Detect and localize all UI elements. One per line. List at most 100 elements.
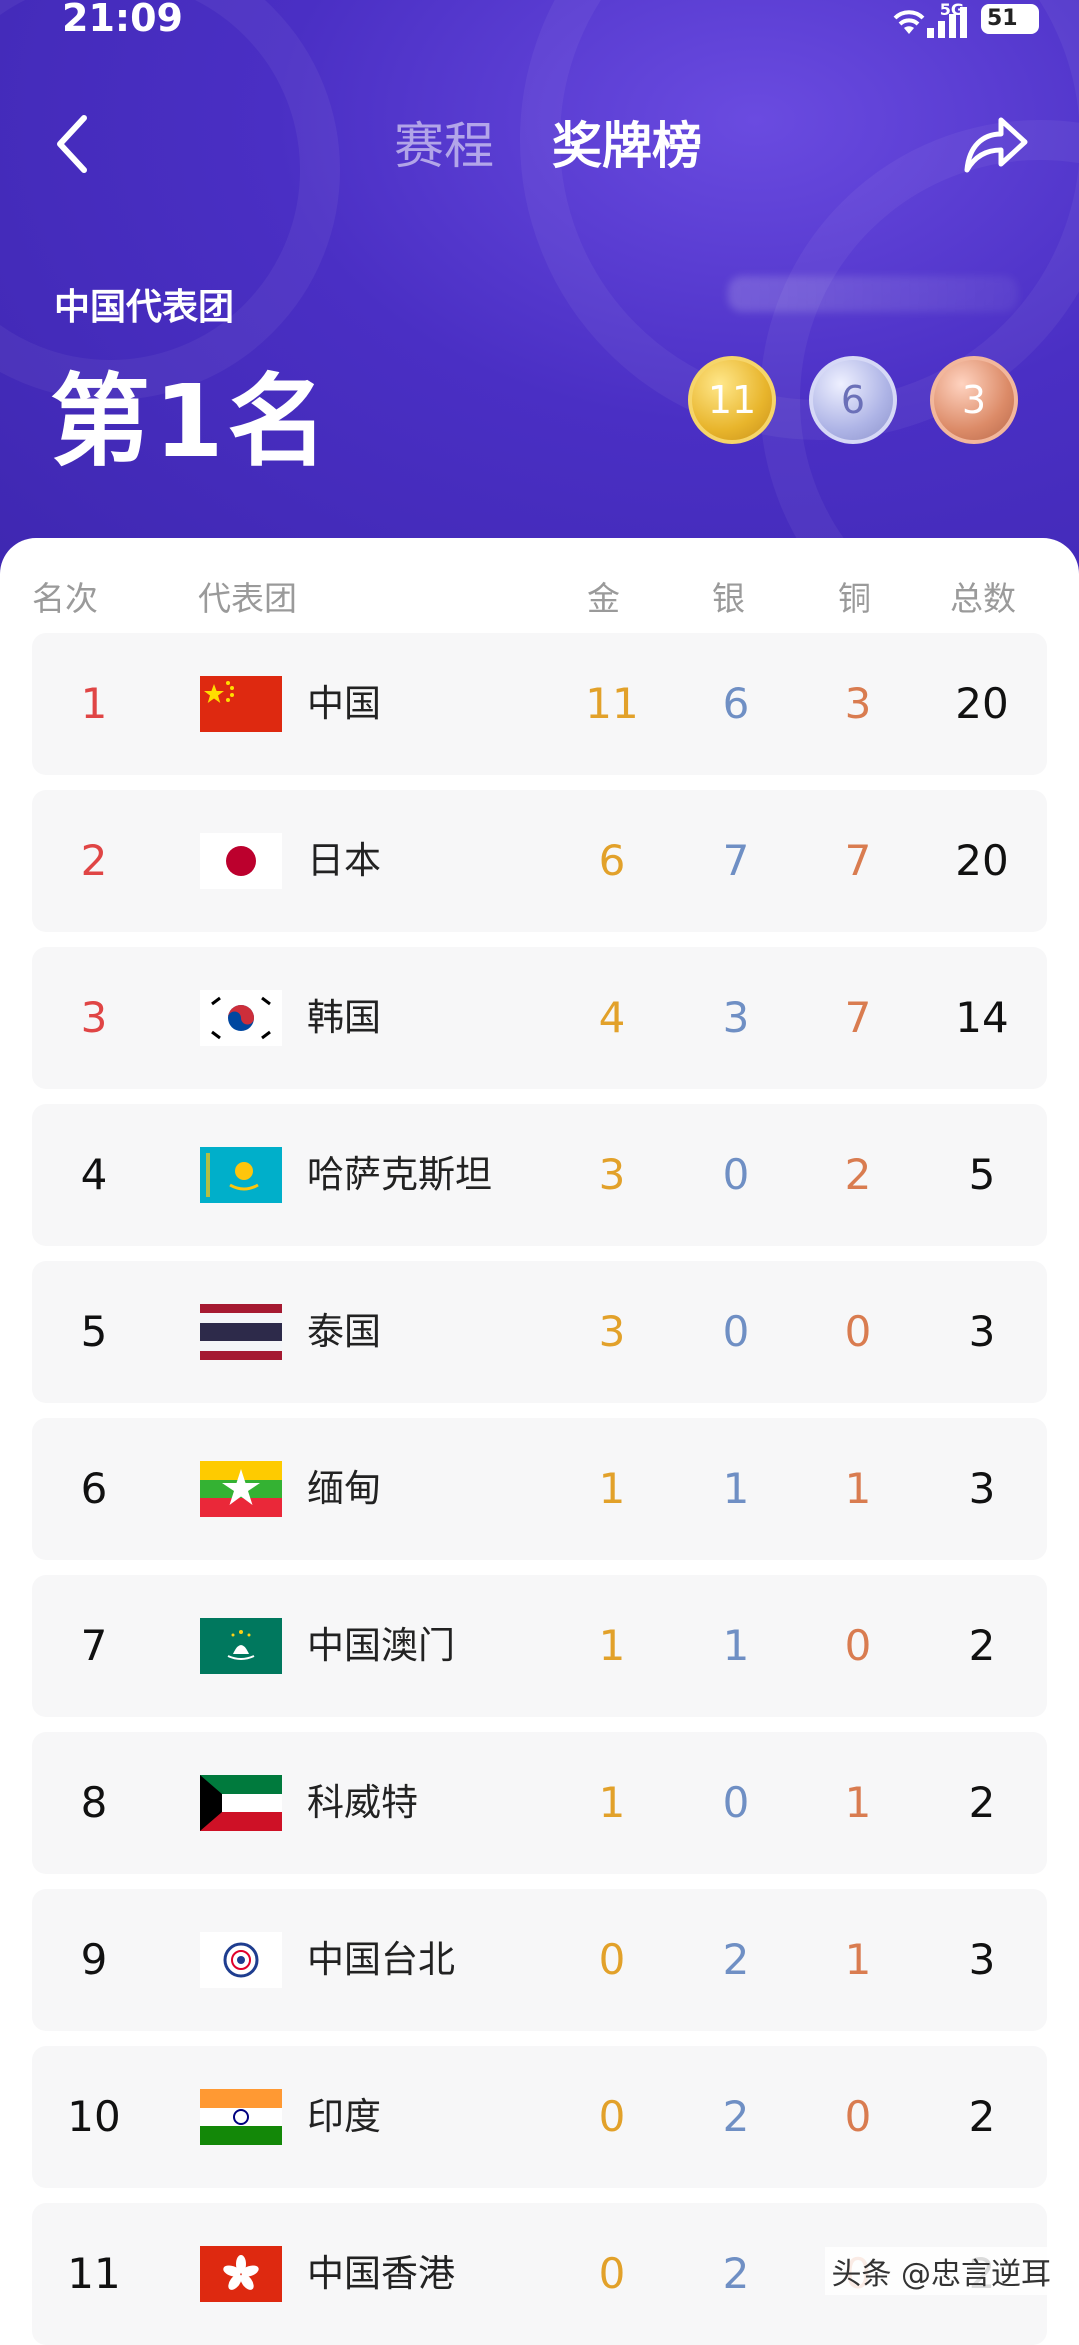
row-team-name: 哈萨克斯坦 bbox=[307, 1153, 492, 1196]
row-total: 2 bbox=[968, 1778, 996, 1827]
row-bronze: 7 bbox=[844, 836, 872, 885]
row-bronze: 2 bbox=[844, 1150, 872, 1199]
row-team-name: 中国台北 bbox=[307, 1938, 455, 1981]
flag-icon bbox=[200, 1775, 282, 1831]
status-bar: 21:09 5G 51 bbox=[0, 0, 1079, 44]
row-team-name: 科威特 bbox=[307, 1781, 418, 1824]
share-icon[interactable] bbox=[959, 108, 1031, 180]
silver-medal-badge: 6 bbox=[809, 356, 897, 444]
row-gold: 1 bbox=[598, 1464, 626, 1513]
silver-count: 6 bbox=[840, 378, 866, 422]
row-silver: 3 bbox=[722, 993, 750, 1042]
table-row[interactable]: 8 科威特 1 0 1 2 bbox=[32, 1732, 1047, 1874]
row-total: 5 bbox=[968, 1150, 996, 1199]
row-rank: 9 bbox=[80, 1935, 108, 1984]
row-team-name: 韩国 bbox=[307, 996, 381, 1039]
bronze-count: 3 bbox=[961, 378, 987, 422]
flag-icon bbox=[200, 1304, 282, 1360]
row-team-name: 中国香港 bbox=[307, 2252, 455, 2295]
battery-level: 51 bbox=[987, 6, 1018, 31]
flag-icon bbox=[200, 1618, 282, 1674]
row-bronze: 7 bbox=[844, 993, 872, 1042]
row-silver: 2 bbox=[722, 1935, 750, 1984]
watermark: 头条 @忠言逆耳 bbox=[825, 2247, 1057, 2295]
row-gold: 1 bbox=[598, 1778, 626, 1827]
row-total: 20 bbox=[955, 836, 1009, 885]
row-team-name: 日本 bbox=[307, 839, 381, 882]
row-rank: 4 bbox=[80, 1150, 108, 1199]
table-row[interactable]: 3 韩国 4 3 7 14 bbox=[32, 947, 1047, 1089]
row-rank: 1 bbox=[80, 679, 108, 728]
rank-title: 第1名 bbox=[50, 363, 332, 480]
row-rank: 5 bbox=[80, 1307, 108, 1356]
row-team-name: 泰国 bbox=[307, 1310, 381, 1353]
table-row[interactable]: 4 哈萨克斯坦 3 0 2 5 bbox=[32, 1104, 1047, 1246]
row-total: 2 bbox=[968, 1621, 996, 1670]
row-gold: 0 bbox=[598, 1935, 626, 1984]
bronze-medal-badge: 3 bbox=[930, 356, 1018, 444]
table-row[interactable]: 10 印度 0 2 0 2 bbox=[32, 2046, 1047, 2188]
table-row[interactable]: 2 日本 6 7 7 20 bbox=[32, 790, 1047, 932]
row-rank: 11 bbox=[67, 2249, 121, 2298]
flag-icon bbox=[200, 833, 282, 889]
delegation-label: 中国代表团 bbox=[54, 287, 235, 328]
row-gold: 0 bbox=[598, 2249, 626, 2298]
flag-icon bbox=[200, 2089, 282, 2145]
row-bronze: 1 bbox=[844, 1464, 872, 1513]
flag-icon bbox=[200, 990, 282, 1046]
gold-medal-badge: 11 bbox=[688, 356, 776, 444]
row-total: 14 bbox=[955, 993, 1009, 1042]
table-row[interactable]: 6 缅甸 1 1 1 3 bbox=[32, 1418, 1047, 1560]
row-gold: 0 bbox=[598, 2092, 626, 2141]
table-header: 名次 代表团 金 银 铜 总数 bbox=[0, 572, 1079, 622]
signal-icon bbox=[927, 6, 967, 38]
row-silver: 1 bbox=[722, 1621, 750, 1670]
table-row[interactable]: 1 中国 11 6 3 20 bbox=[32, 633, 1047, 775]
row-gold: 3 bbox=[598, 1307, 626, 1356]
row-gold: 11 bbox=[585, 679, 639, 728]
row-silver: 0 bbox=[722, 1778, 750, 1827]
header-bronze: 铜 bbox=[838, 579, 871, 618]
battery-icon: 51 bbox=[981, 4, 1039, 34]
row-total: 2 bbox=[968, 2092, 996, 2141]
row-team-name: 印度 bbox=[307, 2095, 381, 2138]
row-bronze: 1 bbox=[844, 1935, 872, 1984]
row-rank: 3 bbox=[80, 993, 108, 1042]
row-rank: 2 bbox=[80, 836, 108, 885]
row-silver: 2 bbox=[722, 2092, 750, 2141]
row-team-name: 缅甸 bbox=[307, 1467, 381, 1510]
row-bronze: 0 bbox=[844, 2092, 872, 2141]
gold-count: 11 bbox=[707, 378, 757, 422]
row-silver: 2 bbox=[722, 2249, 750, 2298]
row-gold: 6 bbox=[598, 836, 626, 885]
row-bronze: 3 bbox=[844, 679, 872, 728]
header-silver: 银 bbox=[712, 579, 745, 618]
flag-icon bbox=[200, 2246, 282, 2302]
header-rank: 名次 bbox=[32, 579, 98, 618]
tab-schedule[interactable]: 赛程 bbox=[394, 106, 494, 178]
row-total: 3 bbox=[968, 1935, 996, 1984]
flag-icon bbox=[200, 1932, 282, 1988]
row-bronze: 0 bbox=[844, 1307, 872, 1356]
flag-icon bbox=[200, 1461, 282, 1517]
header-total: 总数 bbox=[950, 579, 1016, 618]
row-gold: 3 bbox=[598, 1150, 626, 1199]
back-icon[interactable] bbox=[46, 114, 106, 174]
header-team: 代表团 bbox=[198, 579, 297, 618]
row-silver: 7 bbox=[722, 836, 750, 885]
nav-bar: 赛程 奖牌榜 bbox=[0, 100, 1079, 190]
flag-icon bbox=[200, 676, 282, 732]
table-row[interactable]: 9 中国台北 0 2 1 3 bbox=[32, 1889, 1047, 2031]
row-team-name: 中国澳门 bbox=[307, 1624, 455, 1667]
row-rank: 7 bbox=[80, 1621, 108, 1670]
row-silver: 1 bbox=[722, 1464, 750, 1513]
tab-medal-table[interactable]: 奖牌榜 bbox=[552, 106, 702, 178]
row-bronze: 1 bbox=[844, 1778, 872, 1827]
header-gold: 金 bbox=[587, 579, 620, 618]
row-team-name: 中国 bbox=[307, 682, 381, 725]
row-rank: 8 bbox=[80, 1778, 108, 1827]
row-rank: 10 bbox=[67, 2092, 121, 2141]
table-row[interactable]: 5 泰国 3 0 0 3 bbox=[32, 1261, 1047, 1403]
row-silver: 0 bbox=[722, 1150, 750, 1199]
table-row[interactable]: 7 中国澳门 1 1 0 2 bbox=[32, 1575, 1047, 1717]
